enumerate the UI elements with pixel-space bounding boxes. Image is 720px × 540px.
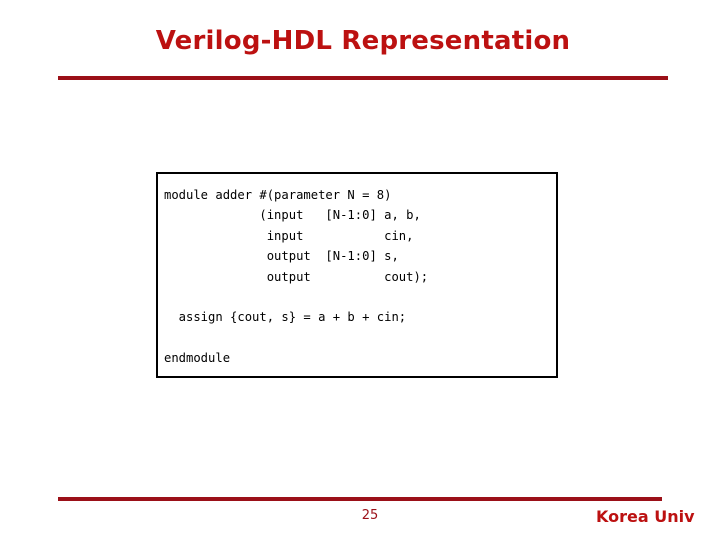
- verilog-code-listing: module adder #(parameter N = 8) (input […: [164, 188, 429, 366]
- title-divider: [58, 76, 668, 80]
- page-number: 25: [361, 508, 379, 523]
- code-block-container: module adder #(parameter N = 8) (input […: [156, 172, 558, 378]
- organization-label: Korea Univ: [596, 507, 695, 526]
- footer-divider: [58, 497, 662, 501]
- page-title: Verilog-HDL Representation: [155, 26, 571, 56]
- slide-canvas: Verilog-HDL Representation module adder …: [0, 0, 720, 540]
